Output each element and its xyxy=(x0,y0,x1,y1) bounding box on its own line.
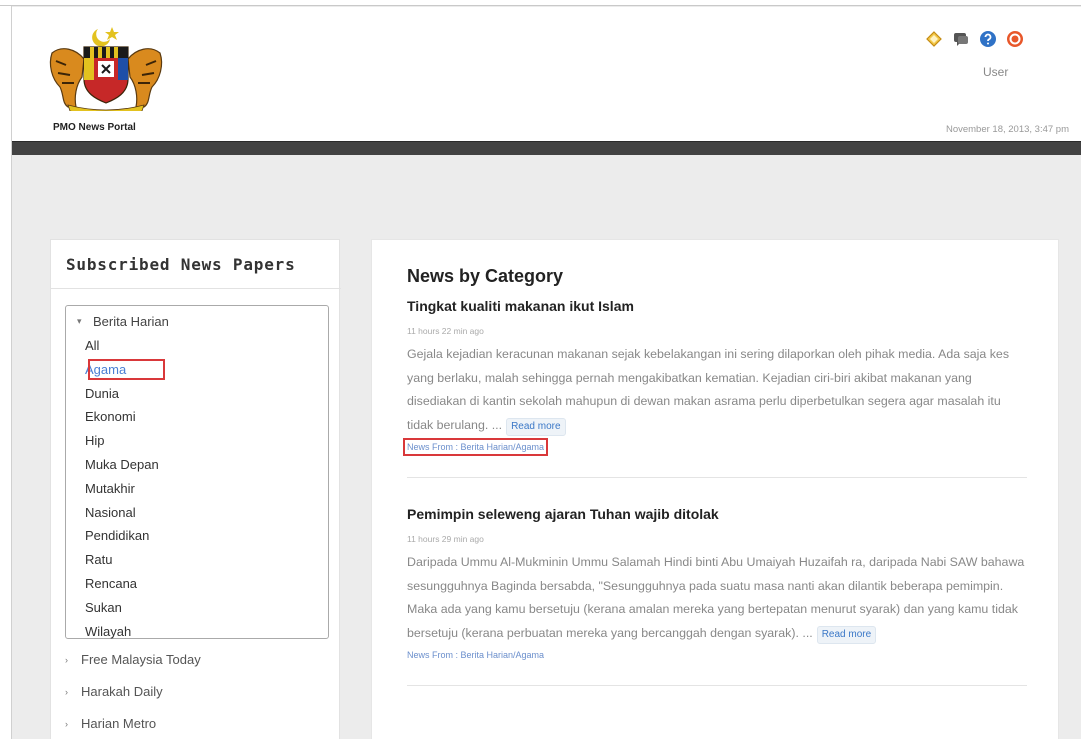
paper-name: Berita Harian xyxy=(93,314,169,329)
home-icon[interactable] xyxy=(925,30,943,48)
paper-item-harian-metro[interactable]: › Harian Metro xyxy=(65,716,201,731)
article-body: Gejala kejadian keracunan makanan sejak … xyxy=(407,343,1027,437)
sidebar-heading: Subscribed News Papers xyxy=(66,255,296,274)
logout-icon[interactable] xyxy=(1006,30,1024,48)
paper-name: Harian Metro xyxy=(81,716,157,731)
category-item-rencana[interactable]: Rencana xyxy=(85,574,159,598)
category-item-hip[interactable]: Hip xyxy=(85,431,159,455)
other-papers-list: › Free Malaysia Today › Harakah Daily › … xyxy=(65,652,201,739)
paper-toggle-berita-harian[interactable]: ▾ Berita Harian xyxy=(77,314,169,329)
category-item-all[interactable]: All xyxy=(85,336,159,360)
collapsed-arrow-icon: › xyxy=(65,654,68,665)
article-divider xyxy=(407,685,1027,687)
category-item-mutakhir[interactable]: Mutakhir xyxy=(85,479,159,503)
category-item-pendidikan[interactable]: Pendidikan xyxy=(85,526,159,550)
category-item-ratu[interactable]: Ratu xyxy=(85,550,159,574)
header-icon-bar xyxy=(925,30,1024,48)
help-icon[interactable] xyxy=(979,30,997,48)
window-top-edge xyxy=(0,0,1081,6)
subscribed-news-panel: Subscribed News Papers ▾ Berita Harian A… xyxy=(50,239,341,739)
site-header: PMO News Portal User November 18, 2013, … xyxy=(12,7,1081,141)
user-label[interactable]: User xyxy=(983,65,1008,79)
window-left-edge xyxy=(0,6,12,739)
paper-item-free-malaysia-today[interactable]: › Free Malaysia Today xyxy=(65,652,201,667)
category-item-ekonomi[interactable]: Ekonomi xyxy=(85,407,159,431)
article-body: Daripada Ummu Al-Mukminin Ummu Salamah H… xyxy=(407,551,1027,645)
news-by-category-panel: News by Category Tingkat kualiti makanan… xyxy=(371,239,1059,739)
category-item-nasional[interactable]: Nasional xyxy=(85,503,159,527)
read-more-button[interactable]: Read more xyxy=(816,625,877,644)
article-item: Pemimpin seleweng ajaran Tuhan wajib dit… xyxy=(407,506,1027,687)
category-item-sukan[interactable]: Sukan xyxy=(85,598,159,622)
page-frame: PMO News Portal User November 18, 2013, … xyxy=(12,7,1081,739)
current-datetime: November 18, 2013, 3:47 pm xyxy=(945,124,1069,135)
header-bar xyxy=(12,141,1081,155)
article-time: 11 hours 22 min ago xyxy=(407,326,484,336)
page-title: News by Category xyxy=(407,266,564,286)
paper-name: Free Malaysia Today xyxy=(81,652,201,667)
expanded-paper-tree: ▾ Berita Harian All Agama Dunia Ekonomi … xyxy=(65,305,329,639)
article-excerpt: Daripada Ummu Al-Mukminin Ummu Salamah H… xyxy=(407,555,1025,640)
category-item-wilayah[interactable]: Wilayah xyxy=(85,622,159,646)
category-item-dunia[interactable]: Dunia xyxy=(85,384,159,408)
article-excerpt: Gejala kejadian keracunan makanan sejak … xyxy=(407,347,1010,432)
category-list: All Agama Dunia Ekonomi Hip Muka Depan M… xyxy=(85,336,159,645)
article-title[interactable]: Pemimpin seleweng ajaran Tuhan wajib dit… xyxy=(407,506,1027,522)
collapsed-arrow-icon: › xyxy=(65,686,68,697)
read-more-button[interactable]: Read more xyxy=(506,417,566,436)
sidebar-divider xyxy=(51,288,341,289)
highlight-box-agama xyxy=(88,359,165,380)
chat-icon[interactable] xyxy=(952,30,970,48)
coat-of-arms-logo[interactable] xyxy=(46,23,166,111)
article-item: Tingkat kualiti makanan ikut Islam 11 ho… xyxy=(402,298,1027,479)
article-time: 11 hours 29 min ago xyxy=(407,534,484,544)
paper-item-harakah-daily[interactable]: › Harakah Daily xyxy=(65,684,201,699)
article-source-link[interactable]: News From : Berita Harian/Agama xyxy=(407,650,544,660)
site-title: PMO News Portal xyxy=(53,122,136,133)
collapsed-arrow-icon: › xyxy=(65,718,68,729)
article-title[interactable]: Tingkat kualiti makanan ikut Islam xyxy=(407,298,1027,314)
expanded-arrow-icon: ▾ xyxy=(77,316,82,326)
article-source-link[interactable]: News From : Berita Harian/Agama xyxy=(402,438,549,457)
category-item-muka-depan[interactable]: Muka Depan xyxy=(85,455,159,479)
paper-name: Harakah Daily xyxy=(81,684,163,699)
article-divider xyxy=(407,477,1027,479)
